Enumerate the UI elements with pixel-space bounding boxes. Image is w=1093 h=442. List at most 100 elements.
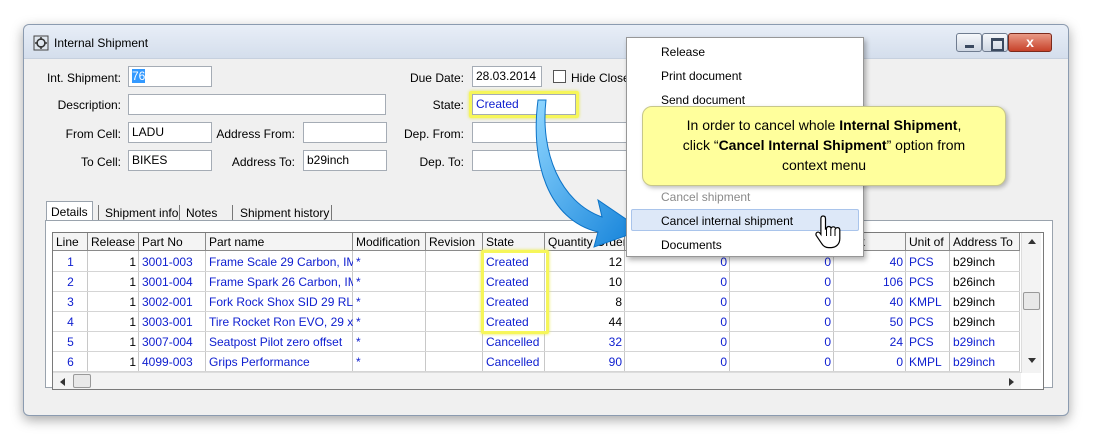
- table-cell[interactable]: *: [353, 252, 426, 272]
- table-cell[interactable]: 1: [88, 252, 139, 272]
- column-header[interactable]: Line: [53, 233, 88, 251]
- menu-item-cancel-shipment[interactable]: Cancel shipment: [661, 190, 750, 204]
- table-cell[interactable]: b29inch: [950, 292, 1020, 312]
- table-cell[interactable]: [426, 312, 483, 332]
- scroll-right-icon[interactable]: [1008, 377, 1016, 387]
- table-cell[interactable]: 10: [545, 272, 625, 292]
- close-button[interactable]: x: [1008, 33, 1052, 52]
- hide-closed-checkbox[interactable]: [553, 70, 566, 83]
- table-cell[interactable]: [426, 252, 483, 272]
- table-cell[interactable]: KMPL: [906, 292, 950, 312]
- table-cell[interactable]: 32: [545, 332, 625, 352]
- table-cell[interactable]: [426, 292, 483, 312]
- table-cell[interactable]: 8: [545, 292, 625, 312]
- menu-item-print-document[interactable]: Print document: [661, 69, 742, 83]
- vertical-scroll-thumb[interactable]: [1023, 292, 1040, 310]
- table-cell[interactable]: PCS: [906, 272, 950, 292]
- menu-item-release[interactable]: Release: [661, 45, 705, 59]
- table-row[interactable]: 4: [53, 312, 88, 332]
- horizontal-scrollbar[interactable]: [53, 372, 1021, 389]
- table-cell[interactable]: [426, 332, 483, 352]
- table-row[interactable]: 5: [53, 332, 88, 352]
- table-cell[interactable]: Seatpost Pilot zero offset: [206, 332, 353, 352]
- table-cell[interactable]: 90: [545, 352, 625, 372]
- maximize-button[interactable]: [982, 33, 1008, 52]
- horizontal-scroll-thumb[interactable]: [73, 374, 91, 388]
- table-row[interactable]: 3: [53, 292, 88, 312]
- from-cell-field[interactable]: LADU: [128, 122, 212, 143]
- column-header[interactable]: Part name: [206, 233, 353, 251]
- table-cell[interactable]: b29inch: [950, 252, 1020, 272]
- table-cell[interactable]: 3007-004: [139, 332, 206, 352]
- table-cell[interactable]: *: [353, 292, 426, 312]
- table-row[interactable]: 6: [53, 352, 88, 372]
- table-cell[interactable]: *: [353, 352, 426, 372]
- table-cell[interactable]: 0: [625, 312, 730, 332]
- table-cell[interactable]: *: [353, 272, 426, 292]
- table-cell[interactable]: 1: [88, 312, 139, 332]
- table-cell[interactable]: 24: [834, 332, 906, 352]
- column-header[interactable]: Part No: [139, 233, 206, 251]
- description-field[interactable]: [128, 94, 386, 115]
- table-cell[interactable]: b29inch: [950, 312, 1020, 332]
- scroll-up-icon[interactable]: [1027, 237, 1037, 245]
- table-cell[interactable]: PCS: [906, 252, 950, 272]
- table-cell[interactable]: 0: [625, 272, 730, 292]
- table-cell[interactable]: Fork Rock Shox SID 29 RL: [206, 292, 353, 312]
- table-cell[interactable]: 0: [730, 352, 834, 372]
- table-cell[interactable]: [426, 352, 483, 372]
- menu-item-cancel-internal-shipment[interactable]: Cancel internal shipment: [661, 214, 793, 228]
- table-cell[interactable]: 0: [625, 352, 730, 372]
- table-cell[interactable]: 3003-001: [139, 312, 206, 332]
- table-cell[interactable]: 0: [730, 312, 834, 332]
- table-cell[interactable]: Frame Spark 26 Carbon, IM: [206, 272, 353, 292]
- table-cell[interactable]: 0: [834, 352, 906, 372]
- vertical-scrollbar[interactable]: [1021, 233, 1041, 373]
- table-row[interactable]: 1: [53, 252, 88, 272]
- table-cell[interactable]: Frame Scale 29 Carbon, IMI: [206, 252, 353, 272]
- table-cell[interactable]: b29inch: [950, 352, 1020, 372]
- table-cell[interactable]: 106: [834, 272, 906, 292]
- table-cell[interactable]: 1: [88, 332, 139, 352]
- table-cell[interactable]: 1: [88, 272, 139, 292]
- column-header[interactable]: Address To: [950, 233, 1020, 251]
- table-cell[interactable]: b29inch: [950, 332, 1020, 352]
- table-cell[interactable]: 4099-003: [139, 352, 206, 372]
- table-cell[interactable]: 12: [545, 252, 625, 272]
- table-cell[interactable]: Tire Rocket Ron EVO, 29 x: [206, 312, 353, 332]
- to-cell-field[interactable]: BIKES: [128, 150, 212, 171]
- int-shipment-field[interactable]: 76: [128, 66, 212, 87]
- table-cell[interactable]: [426, 272, 483, 292]
- table-cell[interactable]: 3001-003: [139, 252, 206, 272]
- table-cell[interactable]: PCS: [906, 312, 950, 332]
- table-cell[interactable]: b26inch: [950, 272, 1020, 292]
- table-cell[interactable]: 1: [88, 352, 139, 372]
- menu-item-documents[interactable]: Documents: [661, 238, 722, 252]
- table-cell[interactable]: 0: [625, 332, 730, 352]
- table-cell[interactable]: 0: [625, 292, 730, 312]
- address-from-field[interactable]: [303, 122, 387, 143]
- scroll-left-icon[interactable]: [58, 377, 66, 387]
- due-date-field[interactable]: 28.03.2014: [472, 66, 542, 87]
- table-cell[interactable]: *: [353, 332, 426, 352]
- table-cell[interactable]: 50: [834, 312, 906, 332]
- table-cell[interactable]: Grips Performance: [206, 352, 353, 372]
- table-cell[interactable]: Cancelled: [483, 332, 545, 352]
- table-cell[interactable]: 3001-004: [139, 272, 206, 292]
- column-header[interactable]: Unit of: [906, 233, 950, 251]
- table-cell[interactable]: PCS: [906, 332, 950, 352]
- table-cell[interactable]: KMPL: [906, 352, 950, 372]
- column-header[interactable]: Release: [88, 233, 139, 251]
- table-cell[interactable]: Cancelled: [483, 352, 545, 372]
- table-cell[interactable]: 40: [834, 292, 906, 312]
- address-to-field[interactable]: b29inch: [303, 150, 387, 171]
- table-cell[interactable]: 44: [545, 312, 625, 332]
- table-cell[interactable]: 1: [88, 292, 139, 312]
- title-bar[interactable]: Internal Shipment x: [24, 25, 1068, 59]
- scroll-down-icon[interactable]: [1027, 357, 1037, 365]
- menu-item-send-document[interactable]: Send document: [661, 93, 745, 107]
- table-row[interactable]: 2: [53, 272, 88, 292]
- minimize-button[interactable]: [956, 33, 982, 52]
- table-cell[interactable]: *: [353, 312, 426, 332]
- table-cell[interactable]: 0: [730, 272, 834, 292]
